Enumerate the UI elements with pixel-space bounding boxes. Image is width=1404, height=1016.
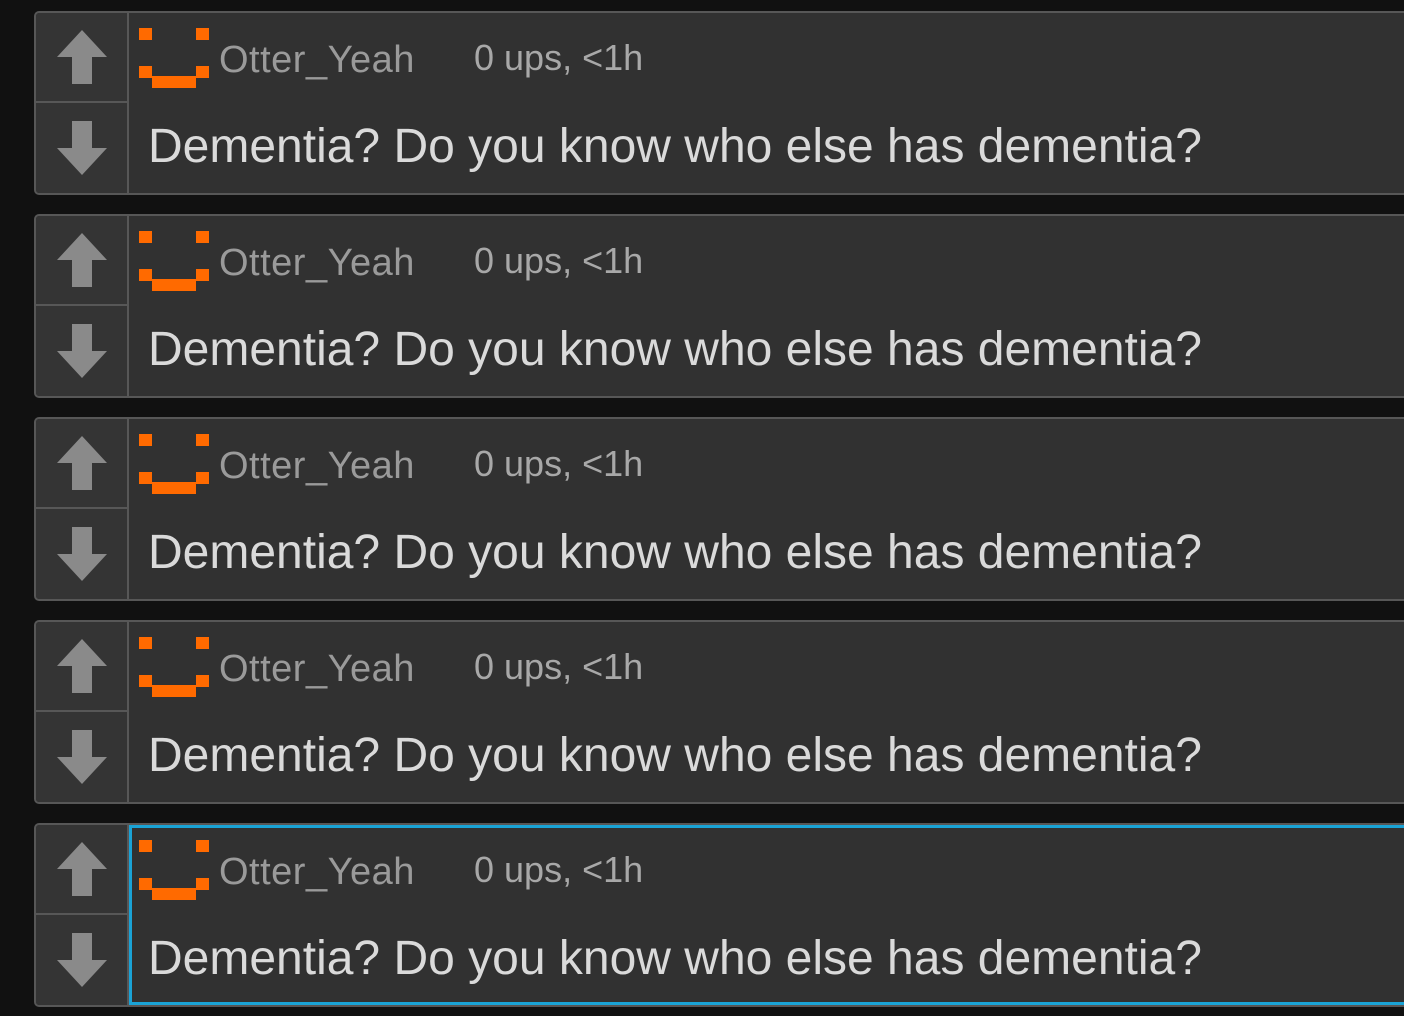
username[interactable]: Otter_Yeah bbox=[219, 445, 415, 488]
comment-card: Otter_Yeah 0 ups, <1h Dementia? Do you k… bbox=[34, 417, 1404, 601]
comment-card: Otter_Yeah 0 ups, <1h Dementia? Do you k… bbox=[34, 11, 1404, 195]
comment-card-selected: Otter_Yeah 0 ups, <1h Dementia? Do you k… bbox=[34, 823, 1404, 1007]
comment-text: Dementia? Do you know who else has demen… bbox=[148, 932, 1202, 985]
pixel-smiley-avatar-icon bbox=[139, 434, 209, 494]
comment-meta: 0 ups, <1h bbox=[474, 443, 644, 484]
comment-text: Dementia? Do you know who else has demen… bbox=[148, 323, 1202, 376]
pixel-smiley-avatar-icon bbox=[139, 840, 209, 900]
avatar[interactable] bbox=[139, 25, 209, 91]
username[interactable]: Otter_Yeah bbox=[219, 39, 415, 82]
comment-text: Dementia? Do you know who else has demen… bbox=[148, 526, 1202, 579]
username[interactable]: Otter_Yeah bbox=[219, 648, 415, 691]
comment-content[interactable]: Otter_Yeah 0 ups, <1h Dementia? Do you k… bbox=[129, 13, 1404, 193]
upvote-button[interactable] bbox=[36, 216, 127, 306]
arrow-up-icon bbox=[56, 639, 107, 693]
arrow-up-icon bbox=[56, 30, 107, 84]
comment-content[interactable]: Otter_Yeah 0 ups, <1h Dementia? Do you k… bbox=[129, 825, 1404, 1005]
username[interactable]: Otter_Yeah bbox=[219, 242, 415, 285]
comment-meta: 0 ups, <1h bbox=[474, 646, 644, 687]
comment-list: Otter_Yeah 0 ups, <1h Dementia? Do you k… bbox=[0, 0, 1404, 1016]
comment-card: Otter_Yeah 0 ups, <1h Dementia? Do you k… bbox=[34, 214, 1404, 398]
avatar[interactable] bbox=[139, 431, 209, 497]
arrow-up-icon bbox=[56, 436, 107, 490]
pixel-smiley-avatar-icon bbox=[139, 231, 209, 291]
downvote-button[interactable] bbox=[36, 509, 127, 599]
arrow-down-icon bbox=[56, 527, 107, 581]
comment-content[interactable]: Otter_Yeah 0 ups, <1h Dementia? Do you k… bbox=[129, 216, 1404, 396]
downvote-button[interactable] bbox=[36, 712, 127, 802]
arrow-down-icon bbox=[56, 933, 107, 987]
vote-column bbox=[36, 419, 129, 599]
vote-column bbox=[36, 825, 129, 1005]
downvote-button[interactable] bbox=[36, 103, 127, 193]
avatar[interactable] bbox=[139, 837, 209, 903]
comment-text: Dementia? Do you know who else has demen… bbox=[148, 120, 1202, 173]
comment-meta: 0 ups, <1h bbox=[474, 849, 644, 890]
username[interactable]: Otter_Yeah bbox=[219, 851, 415, 894]
upvote-button[interactable] bbox=[36, 13, 127, 103]
upvote-button[interactable] bbox=[36, 622, 127, 712]
arrow-up-icon bbox=[56, 842, 107, 896]
avatar[interactable] bbox=[139, 228, 209, 294]
arrow-up-icon bbox=[56, 233, 107, 287]
avatar[interactable] bbox=[139, 634, 209, 700]
pixel-smiley-avatar-icon bbox=[139, 637, 209, 697]
downvote-button[interactable] bbox=[36, 306, 127, 396]
comment-content[interactable]: Otter_Yeah 0 ups, <1h Dementia? Do you k… bbox=[129, 419, 1404, 599]
arrow-down-icon bbox=[56, 730, 107, 784]
vote-column bbox=[36, 216, 129, 396]
upvote-button[interactable] bbox=[36, 419, 127, 509]
vote-column bbox=[36, 622, 129, 802]
comment-card: Otter_Yeah 0 ups, <1h Dementia? Do you k… bbox=[34, 620, 1404, 804]
upvote-button[interactable] bbox=[36, 825, 127, 915]
vote-column bbox=[36, 13, 129, 193]
arrow-down-icon bbox=[56, 121, 107, 175]
comment-meta: 0 ups, <1h bbox=[474, 240, 644, 281]
comment-text: Dementia? Do you know who else has demen… bbox=[148, 729, 1202, 782]
downvote-button[interactable] bbox=[36, 915, 127, 1005]
pixel-smiley-avatar-icon bbox=[139, 28, 209, 88]
arrow-down-icon bbox=[56, 324, 107, 378]
comment-meta: 0 ups, <1h bbox=[474, 37, 644, 78]
comment-content[interactable]: Otter_Yeah 0 ups, <1h Dementia? Do you k… bbox=[129, 622, 1404, 802]
